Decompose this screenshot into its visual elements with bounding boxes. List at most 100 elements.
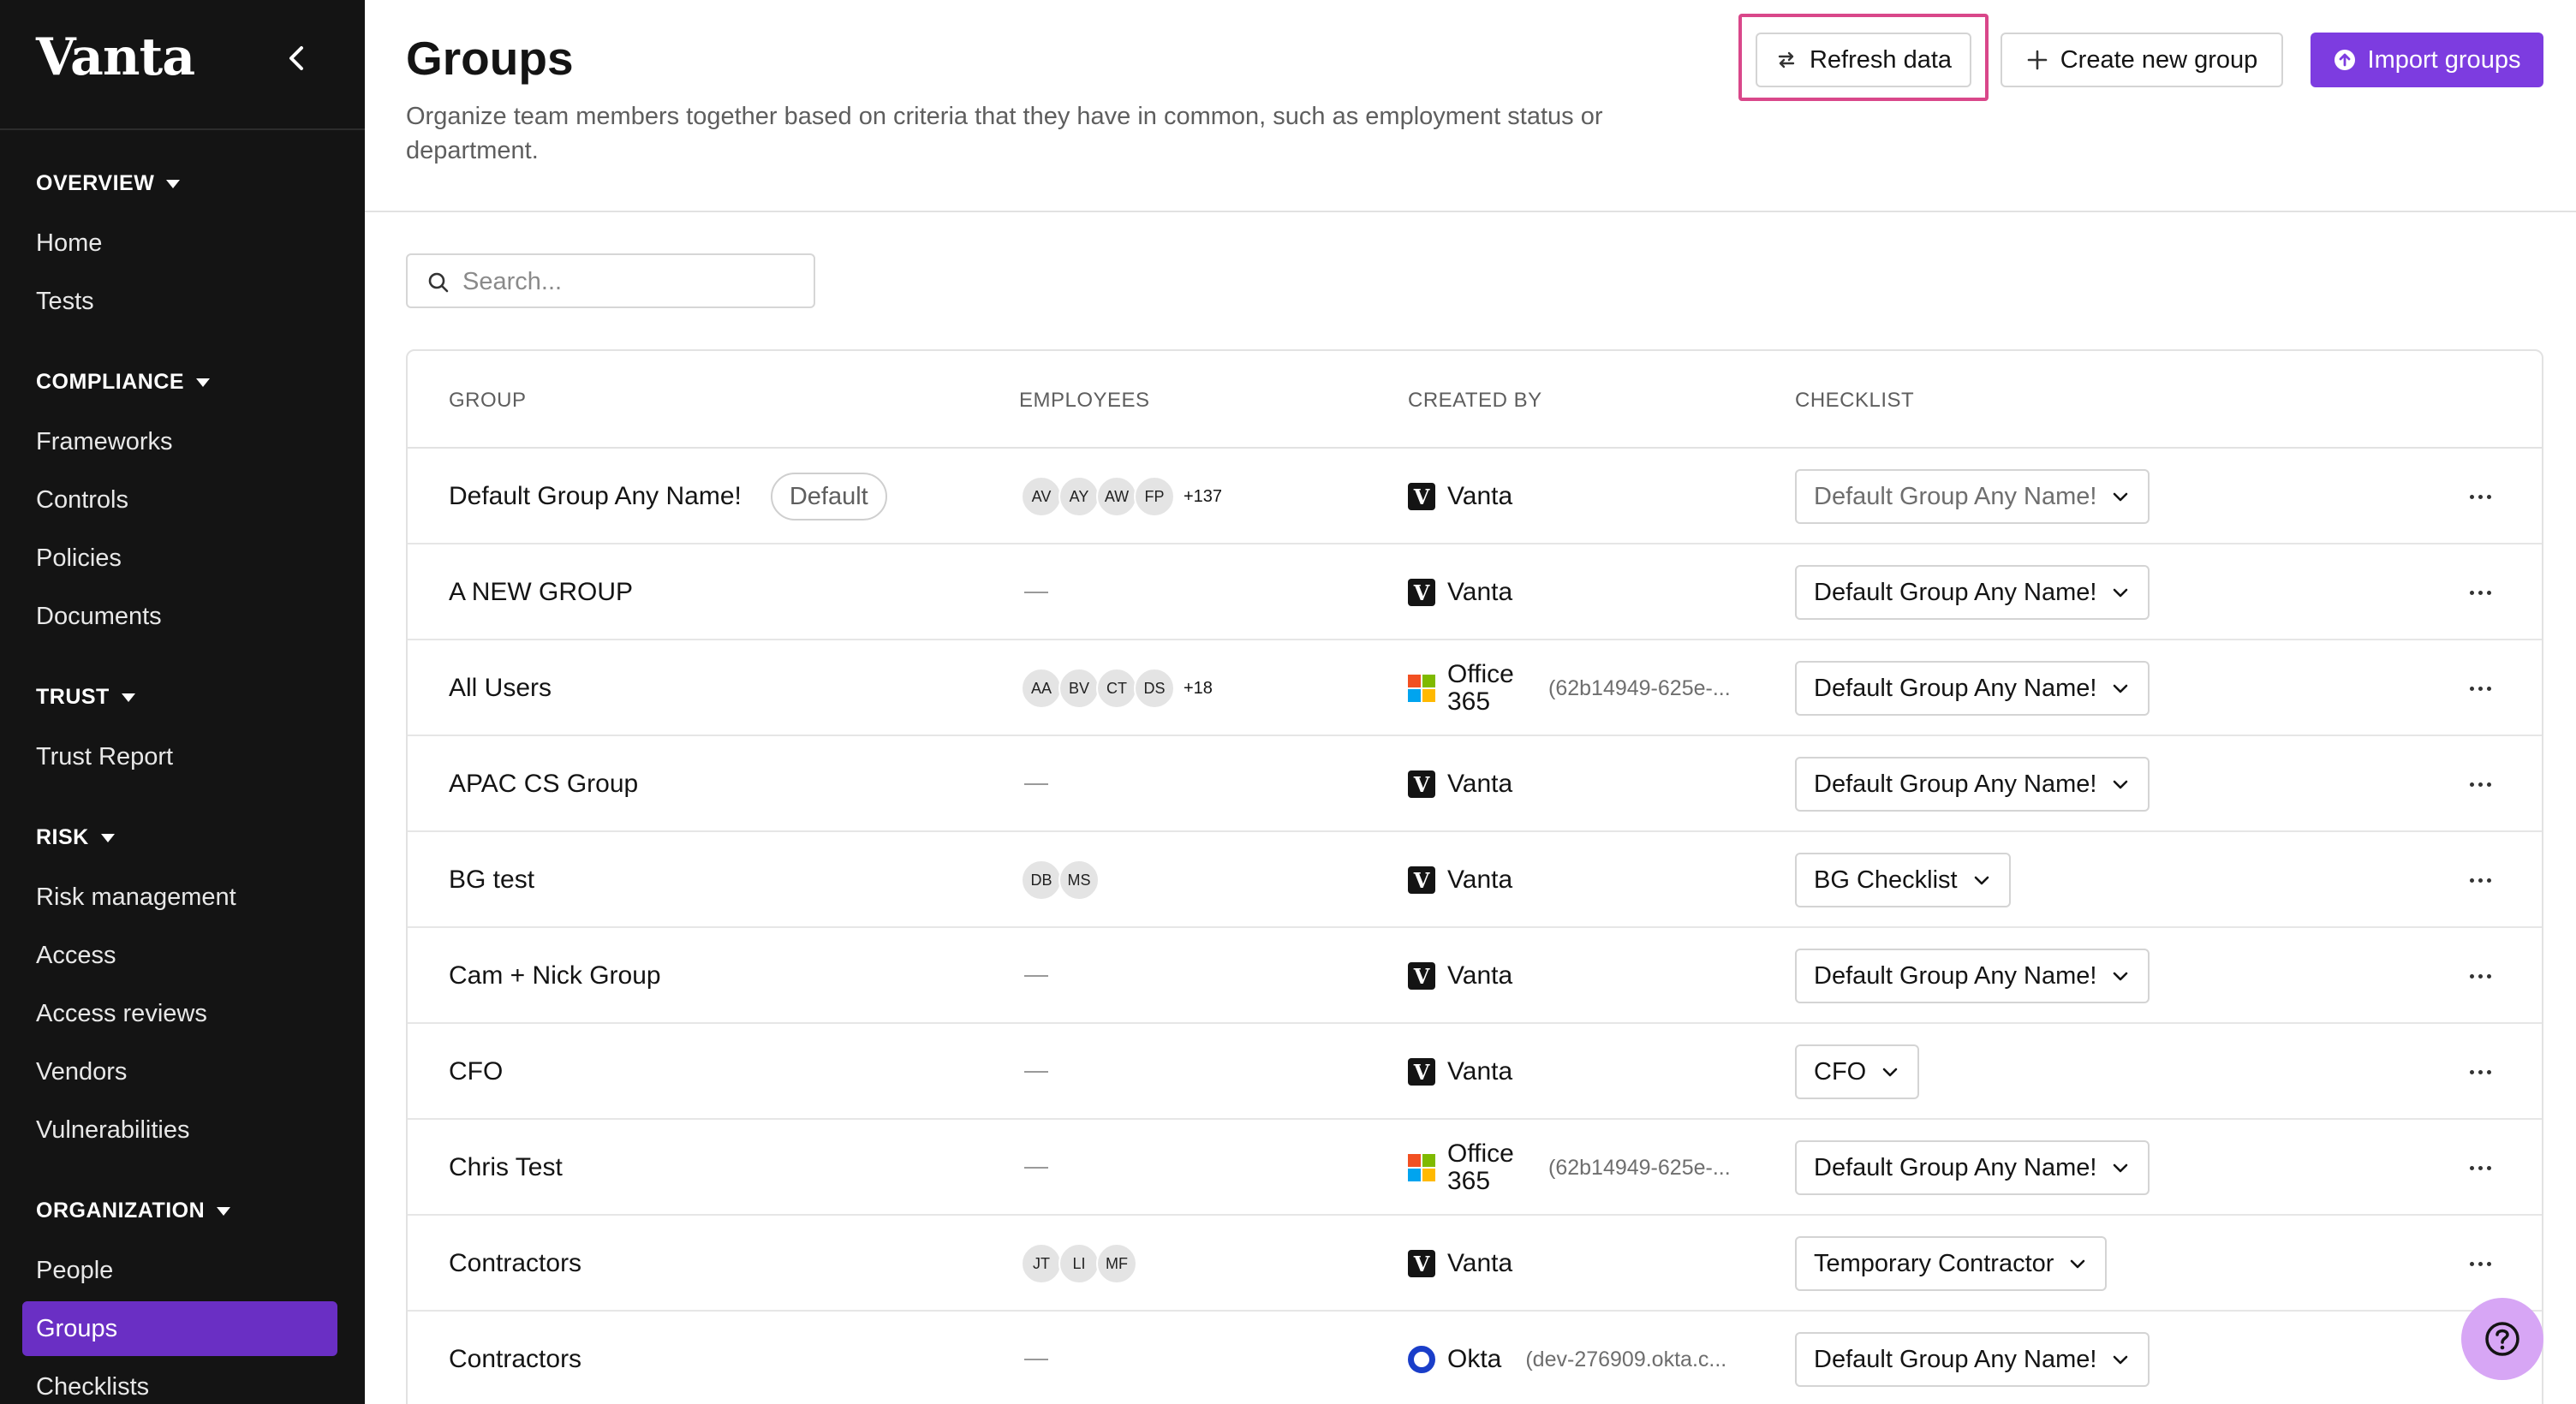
checklist-dropdown[interactable]: BG Checklist [1795,853,2011,907]
table-row[interactable]: CFO V Vanta CFO [408,1024,2542,1120]
checklist-dropdown[interactable]: Default Group Any Name! [1795,1332,2150,1387]
group-name[interactable]: APAC CS Group [449,770,638,799]
nav-groups[interactable]: Groups [22,1301,337,1356]
checklist-dropdown[interactable]: CFO [1795,1044,1920,1099]
empty-dash [1024,1359,1048,1360]
nav-people[interactable]: People [22,1243,337,1298]
employees-cell[interactable] [1021,1120,1048,1216]
nav-policies[interactable]: Policies [22,531,337,586]
nav-vulnerabilities[interactable]: Vulnerabilities [22,1103,337,1157]
row-more-button[interactable] [2463,675,2497,702]
group-name[interactable]: Contractors [449,1249,581,1278]
table-row[interactable]: APAC CS Group V Vanta Default Group Any Nam… [408,736,2542,832]
vanta-logo-icon: V [1408,1250,1435,1277]
nav-controls[interactable]: Controls [22,473,337,527]
section-compliance[interactable]: COMPLIANCE [36,370,211,395]
group-name[interactable]: Contractors [449,1345,581,1374]
group-name[interactable]: CFO [449,1057,503,1086]
help-button[interactable] [2461,1298,2543,1380]
more-icon [2469,878,2474,883]
nav-vendors[interactable]: Vendors [22,1044,337,1099]
section-risk[interactable]: RISK [36,825,115,850]
nav-frameworks[interactable]: Frameworks [22,414,337,469]
group-name[interactable]: Cam + Nick Group [449,961,661,991]
checklist-dropdown[interactable]: Default Group Any Name! [1795,757,2150,812]
import-groups-button[interactable]: Import groups [2311,33,2543,87]
checklist-dropdown[interactable]: Default Group Any Name! [1795,661,2150,716]
creator-name: Office 365 [1447,1139,1514,1195]
row-more-button[interactable] [2463,1154,2497,1181]
row-more-button[interactable] [2463,770,2497,798]
checklist-value: Default Group Any Name! [1814,1345,2097,1373]
row-more-button[interactable] [2463,1058,2497,1086]
create-new-group-button[interactable]: Create new group [2001,33,2283,87]
checklist-dropdown[interactable]: Default Group Any Name! [1795,1140,2150,1195]
nav-risk-management[interactable]: Risk management [22,870,337,925]
page-title: Groups [406,32,574,85]
table-row[interactable]: BG test DB MS V Vanta BG Checklist [408,832,2542,928]
created-by-cell: V Vanta [1408,928,1512,1024]
table-row[interactable]: Chris Test Office 365 (62b14949-625e-... De… [408,1120,2542,1216]
checklist-dropdown[interactable]: Default Group Any Name! [1795,469,2150,524]
table-row[interactable]: A NEW GROUP V Vanta Default Group Any Name! [408,544,2542,640]
avatar: CT [1096,668,1137,709]
column-header-created-by[interactable]: CREATED BY [1408,389,1542,413]
section-organization[interactable]: ORGANIZATION [36,1199,231,1223]
employees-cell[interactable] [1021,544,1048,640]
creator-name: Vanta [1447,1249,1513,1277]
nav-checklists[interactable]: Checklists [22,1359,337,1404]
row-more-button[interactable] [2463,579,2497,606]
nav-home[interactable]: Home [22,216,337,271]
table-row[interactable]: Default Group Any Name! Default AV AY AW FP +1… [408,449,2542,544]
column-header-employees[interactable]: EMPLOYEES [1019,389,1150,413]
group-name[interactable]: Default Group Any Name! [449,482,742,511]
search-input[interactable] [462,260,805,303]
nav-tests[interactable]: Tests [22,274,337,329]
employees-cell[interactable] [1021,1312,1048,1404]
nav-trust-report[interactable]: Trust Report [22,729,337,784]
row-more-button[interactable] [2463,1250,2497,1277]
nav-access-reviews[interactable]: Access reviews [22,986,337,1041]
employees-cell[interactable] [1021,928,1048,1024]
avatar: AA [1021,668,1062,709]
group-name[interactable]: Chris Test [449,1153,563,1182]
employees-cell[interactable]: AV AY AW FP +137 [1021,449,1222,544]
checklist-value: Default Group Any Name! [1814,961,2097,990]
more-icon [2469,686,2474,691]
plus-icon [2027,50,2048,70]
section-overview[interactable]: OVERVIEW [36,171,181,196]
table-row[interactable]: Cam + Nick Group V Vanta Default Group Any … [408,928,2542,1024]
search-box[interactable] [406,253,815,308]
table-row[interactable]: Contractors JT LI MF V Vanta Temporary Contrac… [408,1216,2542,1312]
checklist-dropdown[interactable]: Temporary Contractor [1795,1236,2108,1291]
table-header: GROUP EMPLOYEES CREATED BY CHECKLIST [408,351,2542,449]
group-name[interactable]: BG test [449,866,534,895]
creator-id: (62b14949-625e-... [1548,675,1731,700]
column-header-checklist[interactable]: CHECKLIST [1795,389,1914,413]
creator-id: (dev-276909.okta.c... [1525,1347,1727,1371]
employees-cell[interactable] [1021,1024,1048,1120]
nav-documents[interactable]: Documents [22,589,337,644]
brand-logo[interactable]: Vanta [36,27,195,87]
row-more-button[interactable] [2463,866,2497,894]
collapse-sidebar-button[interactable] [283,38,312,79]
employees-cell[interactable] [1021,736,1048,832]
section-trust[interactable]: TRUST [36,685,135,710]
row-more-button[interactable] [2463,962,2497,990]
nav-access[interactable]: Access [22,928,337,983]
column-header-group[interactable]: GROUP [449,389,527,413]
group-name[interactable]: All Users [449,674,552,703]
creator-name: Okta [1447,1345,1502,1373]
employees-cell[interactable]: DB MS [1021,832,1100,928]
table-row[interactable]: All Users AA BV CT DS +18 Office 365 (62b14949-… [408,640,2542,736]
employees-cell[interactable]: JT LI MF [1021,1216,1137,1312]
caret-down-icon [121,693,135,702]
refresh-data-button[interactable]: Refresh data [1756,33,1971,87]
row-more-button[interactable] [2463,483,2497,510]
checklist-dropdown[interactable]: Default Group Any Name! [1795,565,2150,620]
group-name[interactable]: A NEW GROUP [449,578,633,607]
employees-cell[interactable]: AA BV CT DS +18 [1021,640,1213,736]
checklist-dropdown[interactable]: Default Group Any Name! [1795,949,2150,1003]
avatar: LI [1058,1243,1100,1284]
table-row[interactable]: Contractors Okta (dev-276909.okta.c... Defa… [408,1312,2542,1404]
